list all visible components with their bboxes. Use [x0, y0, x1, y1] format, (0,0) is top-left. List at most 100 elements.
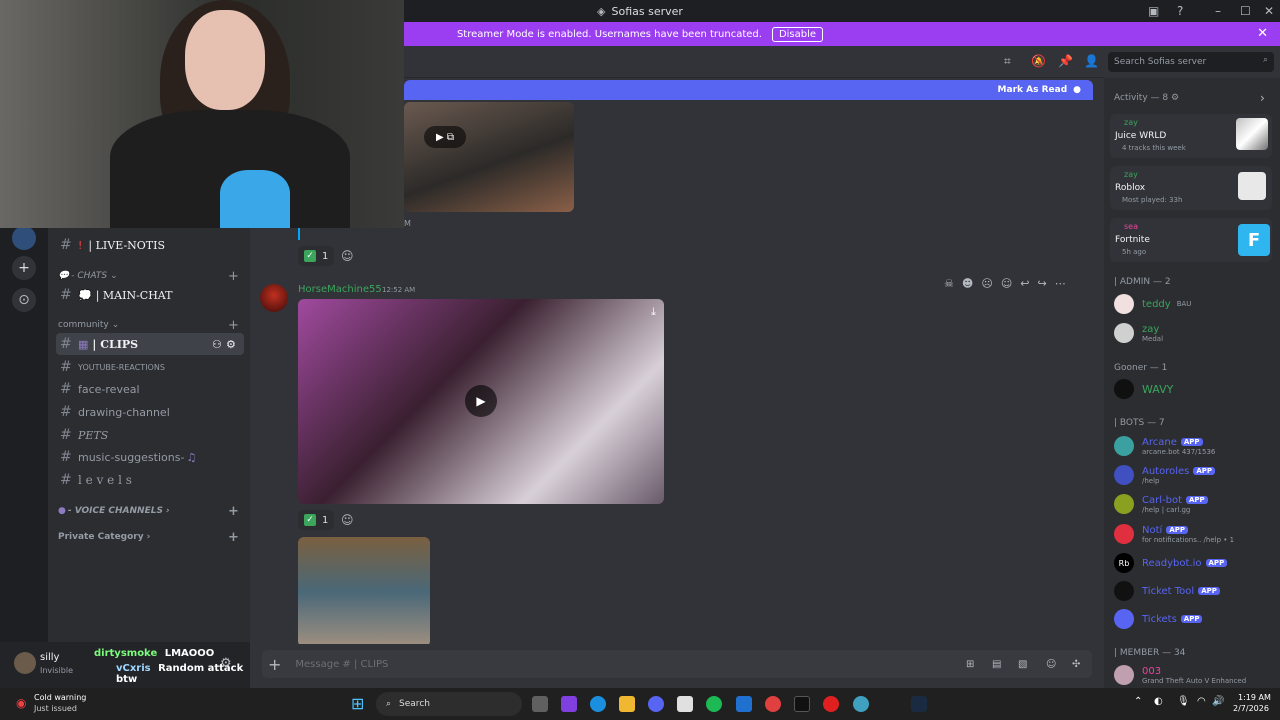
mail-icon[interactable]	[736, 696, 752, 712]
category-chats[interactable]: 💬 - CHATS ⌄ +	[58, 269, 239, 284]
browser-icon[interactable]	[853, 696, 869, 712]
gif-icon[interactable]: ▤	[992, 659, 1001, 670]
tiktok-icon[interactable]	[794, 696, 810, 712]
new-messages-bar[interactable]: Mark As Read ●	[404, 80, 1093, 100]
add-channel-icon[interactable]: +	[228, 318, 239, 333]
volume-icon[interactable]: 🔊	[1212, 696, 1224, 707]
download-icon[interactable]: ⤓	[651, 305, 656, 319]
member-item[interactable]: Tickets APP	[1114, 607, 1274, 631]
steam-icon[interactable]	[911, 696, 927, 712]
help-icon[interactable]: ?	[1177, 0, 1183, 22]
laugh-emoji-icon[interactable]: ☻	[962, 277, 973, 290]
channel-clips[interactable]: # ▦ | CLIPS ⚇ ⚙	[56, 333, 244, 355]
add-attachment-icon[interactable]: +	[268, 655, 281, 674]
skull-emoji-icon[interactable]: ☠	[944, 277, 954, 290]
threads-icon[interactable]: ⌗	[1004, 54, 1011, 69]
activity-header[interactable]: Activity — 8 ⚙	[1114, 93, 1179, 103]
emoji-icon[interactable]: ☺	[1046, 659, 1056, 670]
discord-app-icon[interactable]	[648, 696, 664, 712]
channel-youtube-reactions[interactable]: # YOUTUBE-REACTIONS	[56, 356, 244, 378]
play-button[interactable]: ▶	[465, 385, 497, 417]
taskbar-search[interactable]: ⌕ Search	[376, 692, 522, 716]
close-window-button[interactable]: ✕	[1264, 0, 1274, 22]
sticker-icon[interactable]: ▧	[1018, 659, 1027, 670]
channel-levels[interactable]: # l e v e l s	[56, 469, 244, 491]
video-attachment-2[interactable]: ▶ ⤓	[298, 299, 664, 504]
category-community[interactable]: community ⌄ +	[58, 318, 239, 333]
more-icon[interactable]: ⋯	[1055, 277, 1066, 290]
disable-button[interactable]: Disable	[771, 26, 824, 42]
avatar[interactable]	[260, 284, 288, 312]
member-item[interactable]: Notí APP for notifications.. /help • 1	[1114, 522, 1274, 546]
video-attachment-1[interactable]: ▶ ⧉	[404, 102, 574, 212]
message-author[interactable]: HorseMachine55	[298, 284, 382, 295]
task-view-icon[interactable]	[532, 696, 548, 712]
pin-icon[interactable]: 📌	[1058, 54, 1073, 68]
reaction-checkmark[interactable]: ✓ 1	[298, 510, 335, 530]
category-voice-channels[interactable]: ● - VOICE CHANNELS › +	[58, 504, 239, 519]
member-item[interactable]: WAVY	[1114, 377, 1274, 401]
channel-main-chat[interactable]: # 💭 | MAIN-CHAT	[56, 284, 244, 306]
notifications-icon[interactable]: 🔕	[1031, 54, 1046, 68]
reply-icon[interactable]: ↩	[1020, 277, 1029, 290]
add-channel-icon[interactable]: +	[228, 504, 239, 519]
add-channel-icon[interactable]: +	[228, 530, 239, 545]
member-item[interactable]: teddy BAU	[1114, 292, 1274, 316]
wow-emoji-icon[interactable]: ☹	[981, 277, 992, 290]
discover-icon[interactable]: ⊙	[12, 288, 36, 312]
forward-icon[interactable]: ↪	[1038, 277, 1047, 290]
chevron-right-icon[interactable]: ›	[1260, 91, 1265, 105]
avatar[interactable]	[14, 652, 36, 674]
copilot-icon[interactable]	[561, 696, 577, 712]
search-input[interactable]: Search Sofias server ⌕	[1108, 52, 1274, 72]
add-reaction-icon[interactable]: ☺	[341, 513, 354, 527]
file-explorer-icon[interactable]	[619, 696, 635, 712]
channel-live-notis[interactable]: # ! | LIVE-NOTIS	[56, 234, 244, 256]
close-icon[interactable]: ✕	[1257, 26, 1268, 41]
channel-music-suggestions[interactable]: # music-suggestions- ♫	[56, 446, 244, 468]
microphone-icon[interactable]: 🎙	[1177, 696, 1190, 707]
channel-drawing[interactable]: # drawing-channel	[56, 401, 244, 423]
add-server-icon[interactable]: +	[12, 256, 36, 280]
member-item[interactable]: Arcane APP arcane.bot 437/1536	[1114, 434, 1274, 458]
channel-pets[interactable]: # PETS	[56, 424, 244, 446]
message-input[interactable]: + Message # | CLIPS ⊞ ▤ ▧ ☺ ✣	[262, 650, 1092, 678]
member-item[interactable]: Ticket Tool APP	[1114, 579, 1274, 603]
windows-start-icon[interactable]: ⊞	[351, 694, 364, 713]
add-reaction-icon[interactable]: ☺	[341, 249, 354, 263]
inbox-icon[interactable]: ▣	[1148, 0, 1159, 22]
minimize-button[interactable]: –	[1215, 0, 1221, 22]
edge-icon[interactable]	[590, 696, 606, 712]
server-icon[interactable]	[12, 226, 36, 250]
clock-time[interactable]: 1:19 AM	[1238, 693, 1271, 702]
apps-icon[interactable]: ✣	[1072, 659, 1080, 670]
weather-title[interactable]: Cold warning	[34, 693, 86, 702]
weather-icon[interactable]: ◉	[16, 696, 26, 710]
activity-card[interactable]: sea Fortnite 5h ago F	[1110, 218, 1272, 262]
member-item[interactable]: Carl-bot APP /help | carl.gg	[1114, 492, 1274, 516]
obs-icon[interactable]	[765, 696, 781, 712]
tray-app-icon[interactable]: ◐	[1154, 696, 1163, 707]
member-item[interactable]: zay Medal	[1114, 321, 1274, 345]
add-member-icon[interactable]: ⚇	[212, 338, 222, 351]
gift-icon[interactable]: ⊞	[966, 659, 974, 670]
activity-card[interactable]: zay Juice WRLD 4 tracks this week	[1110, 114, 1272, 158]
channel-face-reveal[interactable]: # face-reveal	[56, 378, 244, 400]
chevron-up-icon[interactable]: ⌃	[1134, 696, 1142, 707]
member-item[interactable]: Autoroles APP /help	[1114, 463, 1274, 487]
member-item[interactable]: 003 Grand Theft Auto V Enhanced	[1114, 663, 1274, 687]
mark-as-read-button[interactable]: Mark As Read	[998, 85, 1068, 95]
maximize-button[interactable]: ☐	[1240, 0, 1251, 22]
add-reaction-icon[interactable]: ☺	[1001, 277, 1012, 290]
member-item[interactable]: Rb Readybot.io APP	[1114, 551, 1274, 575]
add-channel-icon[interactable]: +	[228, 269, 239, 284]
store-icon[interactable]	[677, 696, 693, 712]
play-icon[interactable]: ▶ ⧉	[424, 126, 466, 148]
wifi-icon[interactable]: ◠	[1197, 696, 1206, 707]
activity-card[interactable]: zay Roblox Most played: 33h	[1110, 166, 1272, 210]
spotify-icon[interactable]	[706, 696, 722, 712]
reaction-checkmark[interactable]: ✓ 1	[298, 246, 335, 266]
opera-icon[interactable]	[823, 696, 839, 712]
category-private[interactable]: Private Category › +	[58, 530, 239, 545]
members-icon[interactable]: 👤	[1084, 54, 1099, 68]
